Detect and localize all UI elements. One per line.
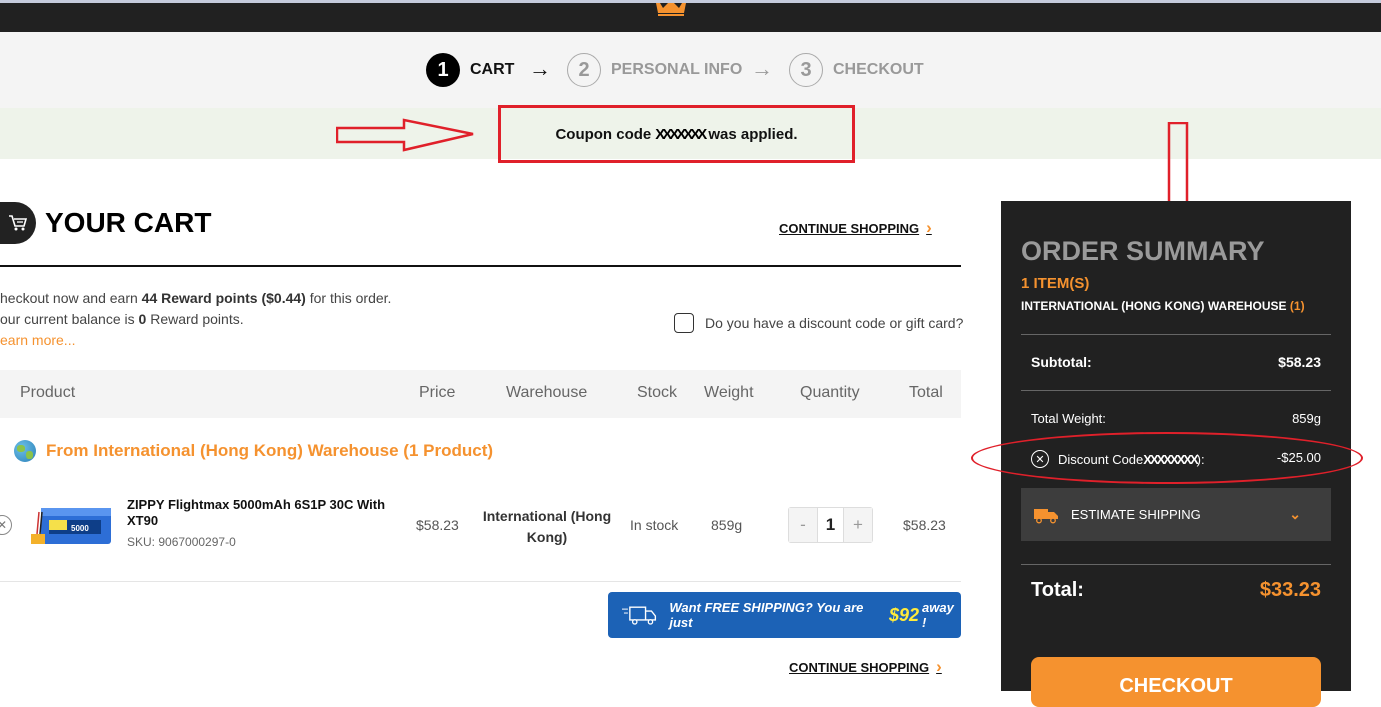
redacted-coupon-code: XXXXXXX [655, 125, 707, 143]
free-shipping-banner: Want FREE SHIPPING? You are just $92 awa… [608, 592, 961, 638]
cart-icon [0, 202, 36, 244]
product-sku: SKU: 9067000297-0 [127, 535, 236, 549]
arrow-right-icon: → [529, 56, 551, 81]
header-price: Price [419, 384, 456, 401]
delivery-truck-icon [1034, 508, 1058, 523]
coupon-suffix: was applied. [708, 125, 798, 143]
subtotal-label: Subtotal: [1031, 354, 1092, 370]
crown-logo-icon[interactable] [654, 3, 688, 17]
product-stock: In stock [630, 517, 679, 533]
order-total-row: Total: $33.23 [1031, 579, 1321, 602]
header-weight: Weight [704, 384, 754, 401]
step-number: 1 [426, 53, 460, 87]
header-product: Product [20, 384, 76, 401]
step-personal-info[interactable]: 2 PERSONAL INFO [567, 53, 742, 87]
chevron-down-icon: ⌄ [1289, 506, 1301, 522]
order-total-value: $33.23 [1259, 579, 1321, 601]
step-label: CART [470, 61, 515, 78]
continue-shopping-link-top[interactable]: CONTINUE SHOPPING › [779, 218, 932, 238]
header-quantity: Quantity [800, 384, 860, 401]
site-header [0, 3, 1381, 32]
svg-text:5000: 5000 [71, 524, 89, 533]
step-checkout[interactable]: 3 CHECKOUT [789, 53, 924, 87]
estimate-shipping-toggle[interactable]: ESTIMATE SHIPPING ⌄ [1021, 488, 1331, 541]
summary-divider [1021, 334, 1331, 335]
reward-points-earned: 44 Reward points ($0.44) [141, 290, 306, 306]
continue-shopping-link-bottom[interactable]: CONTINUE SHOPPING › [789, 657, 942, 677]
reward-info: heckout now and earn 44 Reward points ($… [0, 288, 391, 351]
page-title: YOUR CART [45, 207, 212, 238]
quantity-increase-button[interactable]: + [844, 508, 872, 542]
quantity-stepper: - 1 + [788, 507, 873, 543]
checkout-steps: 1 CART → 2 PERSONAL INFO → 3 CHECKOUT [0, 32, 1381, 108]
product-total: $58.23 [903, 517, 946, 533]
continue-shopping-label: CONTINUE SHOPPING [789, 659, 930, 675]
discount-code-toggle[interactable]: Do you have a discount code or gift card… [674, 313, 963, 333]
cart-table-header: Product Price Warehouse Stock Weight Qua… [0, 370, 961, 418]
header-warehouse: Warehouse [506, 384, 588, 401]
total-weight-label: Total Weight: [1031, 411, 1106, 426]
step-number: 3 [789, 53, 823, 87]
continue-shopping-label: CONTINUE SHOPPING [779, 220, 920, 236]
free-shipping-text: Want FREE SHIPPING? You are just [669, 600, 864, 630]
reward-text: for this order. [305, 290, 392, 306]
globe-icon [14, 440, 36, 462]
annotation-arrow-right-icon [336, 118, 474, 152]
estimate-shipping-label: ESTIMATE SHIPPING [1071, 507, 1201, 522]
coupon-prefix: Coupon code [555, 125, 652, 143]
reward-text: Reward points. [146, 311, 244, 327]
summary-warehouse-name: INTERNATIONAL (HONG KONG) WAREHOUSE [1021, 299, 1287, 313]
order-summary-title: ORDER SUMMARY [1021, 236, 1265, 266]
cart-header: YOUR CART [0, 202, 211, 244]
product-image[interactable]: 5000 [27, 500, 113, 556]
summary-warehouse: INTERNATIONAL (HONG KONG) WAREHOUSE (1) [1021, 299, 1305, 313]
product-price: $58.23 [416, 517, 459, 533]
chevron-right-icon: › [936, 657, 942, 676]
coupon-applied-message: Coupon code XXXXXXX was applied. [498, 105, 855, 163]
step-label: CHECKOUT [833, 61, 924, 78]
step-number: 2 [567, 53, 601, 87]
cart-divider [0, 265, 961, 267]
table-row: ✕ 5000 ZIPPY Flightmax 5000mAh 6S1P 30C … [0, 480, 961, 582]
arrow-right-icon: → [751, 56, 773, 81]
product-weight: 859g [711, 517, 743, 533]
quantity-decrease-button[interactable]: - [789, 508, 817, 542]
summary-divider [1021, 390, 1331, 391]
total-weight-value: 859g [1292, 411, 1321, 426]
quantity-input[interactable]: 1 [817, 508, 844, 542]
remove-item-icon[interactable]: ✕ [0, 515, 12, 535]
subtotal-row: Subtotal: $58.23 [1031, 354, 1321, 370]
product-name-link[interactable]: ZIPPY Flightmax 5000mAh 6S1P 30C With XT… [127, 497, 397, 529]
annotation-highlight-ellipse [971, 432, 1363, 484]
item-count: 1 ITEM(S) [1021, 275, 1090, 292]
step-cart[interactable]: 1 CART [426, 53, 514, 87]
discount-question-label: Do you have a discount code or gift card… [705, 315, 964, 331]
product-warehouse: International (Hong Kong) [482, 508, 612, 545]
warehouse-group-heading: From International (Hong Kong) Warehouse… [14, 440, 493, 462]
checkout-button[interactable]: CHECKOUT [1031, 657, 1321, 707]
free-shipping-text-end: away ! [922, 600, 954, 630]
subtotal-value: $58.23 [1278, 354, 1321, 370]
warehouse-group-label: From International (Hong Kong) Warehouse… [46, 441, 494, 460]
learn-more-link[interactable]: earn more... [0, 332, 75, 348]
summary-warehouse-count: (1) [1289, 299, 1305, 313]
total-weight-row: Total Weight: 859g [1031, 411, 1321, 426]
order-total-label: Total: [1031, 579, 1084, 601]
fast-truck-icon [622, 606, 657, 625]
free-shipping-amount: $92 [888, 604, 919, 625]
step-label: PERSONAL INFO [611, 61, 743, 78]
reward-text: heckout now and earn [0, 290, 142, 306]
summary-divider [1021, 564, 1331, 565]
chevron-right-icon: › [926, 218, 932, 237]
discount-checkbox[interactable] [674, 313, 694, 333]
reward-text: our current balance is [0, 311, 139, 327]
header-stock: Stock [637, 384, 678, 401]
header-total: Total [909, 384, 943, 401]
